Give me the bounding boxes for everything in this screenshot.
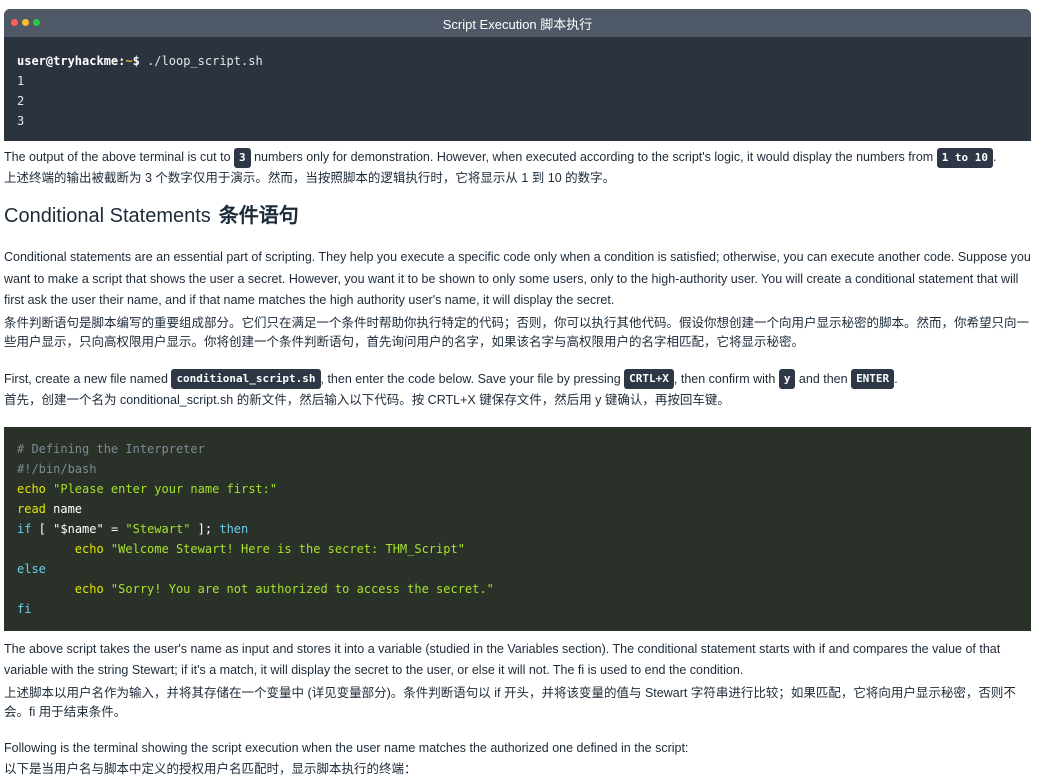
code-line: #!/bin/bash bbox=[17, 461, 97, 476]
inline-code-1-to-10: 1 to 10 bbox=[936, 147, 994, 168]
code-line: else bbox=[17, 561, 46, 576]
code-line: # Defining the Interpreter bbox=[17, 441, 205, 456]
conditional-intro: Conditional statements are an essential … bbox=[4, 247, 1031, 352]
execution-intro-zh: 以下是当用户名与脚本中定义的授权用户名匹配时，显示脚本执行的终端： bbox=[4, 761, 417, 776]
section-heading: Conditional Statements 条件语句 bbox=[4, 205, 299, 227]
maximize-dot-icon[interactable] bbox=[33, 19, 40, 26]
inline-code-3: 3 bbox=[234, 147, 251, 168]
terminal-body[interactable]: user@tryhackme:~$ ./loop_script.sh 1 2 3 bbox=[4, 37, 1031, 141]
minimize-dot-icon[interactable] bbox=[22, 19, 29, 26]
page-content: Script Execution 脚本执行 user@tryhackme:~$ … bbox=[4, 9, 1031, 779]
window-controls bbox=[11, 19, 40, 26]
script-explanation: The above script takes the user's name a… bbox=[4, 639, 1031, 722]
conditional-intro-en: Conditional statements are an essential … bbox=[4, 250, 1031, 307]
code-line: echo "Sorry! You are not authorized to a… bbox=[74, 581, 494, 596]
code-block[interactable]: # Defining the Interpreter #!/bin/bash ech… bbox=[4, 426, 1031, 631]
output-note: The output of the above terminal is cut … bbox=[4, 147, 1031, 188]
terminal-titlebar: Script Execution 脚本执行 bbox=[4, 9, 1031, 37]
inline-code-enter-key: ENTER bbox=[851, 369, 895, 390]
script-explanation-en: The above script takes the user's name a… bbox=[4, 641, 1001, 678]
inline-code-filename: conditional_script.sh bbox=[171, 369, 321, 390]
code-line: fi bbox=[17, 601, 32, 616]
prompt-user: user@tryhackme: bbox=[17, 54, 126, 68]
create-file-zh: 首先，创建一个名为 conditional_script.sh 的新文件，然后输… bbox=[4, 392, 730, 407]
terminal-title: Script Execution 脚本执行 bbox=[442, 16, 593, 32]
terminal-output-line: 1 bbox=[17, 74, 25, 88]
execution-intro: Following is the terminal showing the sc… bbox=[4, 738, 1031, 779]
terminal-window: Script Execution 脚本执行 user@tryhackme:~$ … bbox=[4, 9, 1031, 141]
terminal-output-line: 2 bbox=[17, 94, 25, 108]
conditional-intro-zh: 条件判断语句是脚本编写的重要组成部分。它们只在满足一个条件时帮助你执行特定的代码… bbox=[4, 315, 1030, 349]
prompt-dollar: $ bbox=[132, 54, 140, 68]
code-line: echo "Welcome Stewart! Here is the secre… bbox=[74, 541, 465, 556]
create-file-instructions: First, create a new file named condition… bbox=[4, 369, 1031, 410]
code-line: echo "Please enter your name first:" bbox=[17, 481, 278, 496]
script-explanation-zh: 上述脚本以用户名作为输入，并将其存储在一个变量中 (详见变量部分)。条件判断语句… bbox=[4, 685, 1016, 719]
output-note-zh: 上述终端的输出被截断为 3 个数字仅用于演示。然而，当按照脚本的逻辑执行时，它将… bbox=[4, 171, 616, 185]
execution-intro-en: Following is the terminal showing the sc… bbox=[4, 740, 689, 755]
code-line: if [ "$name" = "Stewart" ]; then bbox=[17, 521, 249, 536]
inline-code-confirm-key: y bbox=[778, 369, 796, 390]
close-dot-icon[interactable] bbox=[11, 19, 18, 26]
output-note-en: The output of the above terminal is cut … bbox=[4, 147, 1031, 168]
code-line: read name bbox=[17, 501, 83, 516]
terminal-prompt-line: user@tryhackme:~$ ./loop_script.sh bbox=[17, 51, 1018, 71]
terminal-output-line: 3 bbox=[17, 114, 25, 128]
create-file-en: First, create a new file named condition… bbox=[4, 369, 1031, 390]
terminal-command: ./loop_script.sh bbox=[139, 54, 263, 68]
prompt-tilde: ~ bbox=[125, 54, 133, 68]
inline-code-save-key: CRTL+X bbox=[624, 369, 674, 390]
